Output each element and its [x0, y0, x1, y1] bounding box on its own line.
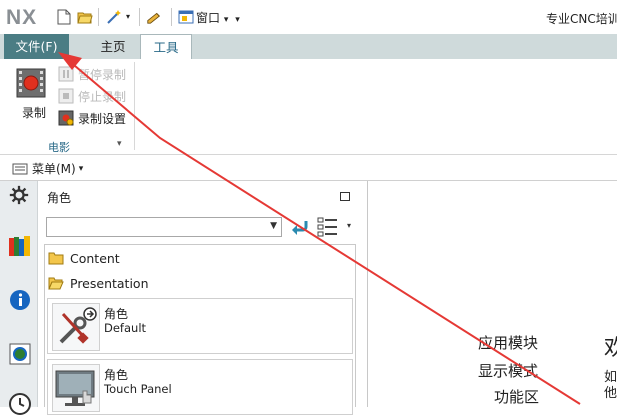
back-arrow-icon[interactable] — [290, 218, 310, 236]
ribbon-group-label: 电影 — [48, 141, 70, 154]
gear-icon[interactable] — [8, 184, 32, 208]
record-icon[interactable] — [16, 68, 46, 98]
toolbar-separator — [98, 8, 99, 26]
open-folder-icon[interactable] — [77, 9, 93, 25]
record-button-label[interactable]: 录制 — [22, 104, 46, 121]
view-options-arrow[interactable]: ▾ — [347, 221, 351, 230]
welcome-display-mode[interactable]: 显示模式 — [478, 360, 538, 381]
ribbon-group-divider — [134, 62, 135, 150]
tools-icon — [52, 303, 100, 351]
folder-icon — [48, 252, 64, 265]
recording-settings-button[interactable]: 录制设置 — [58, 110, 126, 126]
role-name: 角色 — [104, 368, 129, 382]
window-icon[interactable] — [178, 9, 194, 25]
folder-presentation[interactable]: Presentation — [48, 274, 149, 292]
pause-icon — [58, 66, 74, 82]
open-folder-icon — [48, 277, 64, 290]
welcome-side-text: 他 — [604, 386, 617, 401]
welcome-applications[interactable]: 应用模块 — [478, 332, 538, 353]
maximize-icon[interactable] — [340, 192, 350, 201]
app-title: 专业CNC培训 — [546, 12, 617, 26]
new-file-icon[interactable] — [56, 9, 72, 25]
dropdown-arrow: ▼ — [270, 221, 277, 231]
settings-film-icon — [58, 110, 74, 126]
pencil-icon[interactable] — [146, 9, 162, 25]
role-filter-select[interactable]: ▼ — [46, 217, 282, 237]
web-browser-icon[interactable] — [8, 342, 32, 366]
tab-tools[interactable]: 工具 — [140, 34, 192, 59]
stop-recording-label: 停止录制 — [78, 89, 127, 104]
welcome-ribbon[interactable]: 功能区 — [494, 386, 539, 407]
recording-settings-label: 录制设置 — [78, 111, 127, 126]
folder-label: Content — [70, 250, 120, 266]
menu-arrow: ▾ — [78, 163, 84, 174]
role-description: Default — [104, 321, 147, 335]
menu-button[interactable]: 菜单(M) ▾ — [12, 160, 83, 177]
menu-bar — [0, 156, 617, 181]
window-menu[interactable]: 窗口 ▾ ▾ — [196, 9, 240, 26]
role-name: 角色 — [104, 307, 129, 321]
menu-icon — [12, 163, 28, 174]
info-icon[interactable] — [8, 288, 32, 312]
tab-file[interactable]: 文件(F) — [4, 34, 69, 59]
toolbar-separator — [139, 8, 140, 26]
customize-arrow-icon[interactable]: ▾ — [235, 15, 240, 25]
welcome-heading: 欢 — [604, 336, 617, 361]
stop-recording-button[interactable]: 停止录制 — [58, 88, 126, 104]
role-card-default[interactable]: 角色 Default — [47, 298, 353, 354]
window-menu-label: 窗口 — [196, 11, 221, 25]
reuse-library-icon[interactable] — [8, 234, 32, 258]
tab-home[interactable]: 主页 — [87, 34, 139, 59]
pause-recording-button[interactable]: 暂停录制 — [58, 66, 126, 82]
window-menu-arrow: ▾ — [223, 15, 229, 25]
magic-wand-icon[interactable] — [106, 9, 122, 25]
list-view-icon[interactable] — [317, 216, 341, 238]
touch-monitor-icon — [52, 364, 100, 412]
group-expand-icon[interactable]: ▾ — [117, 139, 122, 149]
menu-button-label: 菜单(M) — [32, 162, 76, 176]
folder-label: Presentation — [70, 275, 149, 291]
panel-title: 角色 — [47, 191, 72, 205]
stop-icon — [58, 88, 74, 104]
toolbar-separator — [171, 8, 172, 26]
pause-recording-label: 暂停录制 — [78, 67, 127, 82]
chevron-down-icon[interactable]: ▾ — [126, 12, 130, 21]
role-description: Touch Panel — [104, 382, 172, 396]
folder-content[interactable]: Content — [48, 249, 120, 267]
history-clock-icon[interactable] — [8, 392, 32, 416]
nx-logo: NX — [6, 6, 38, 29]
